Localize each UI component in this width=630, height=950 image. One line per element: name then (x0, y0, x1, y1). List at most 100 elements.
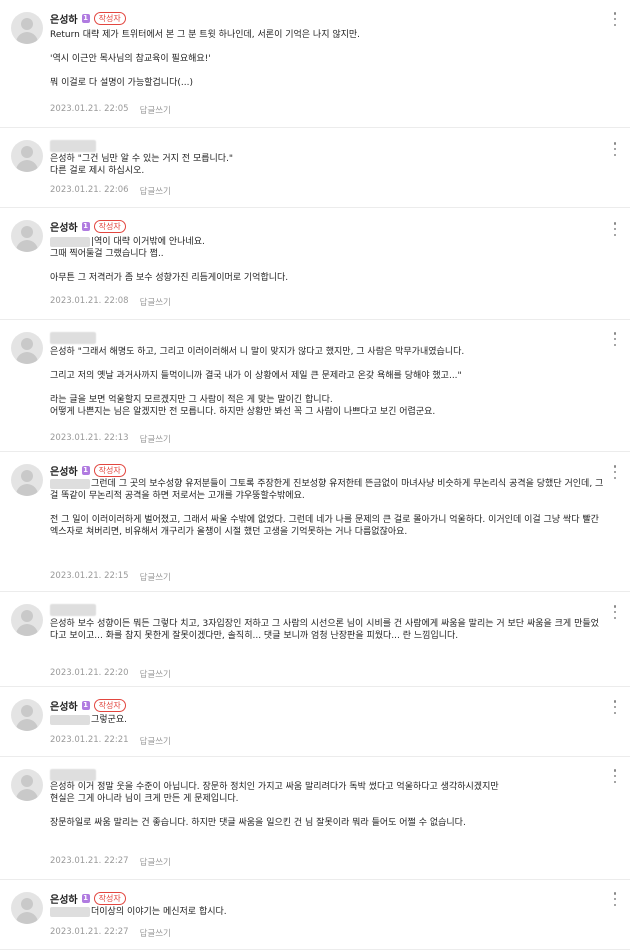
comment-header: 은성하 1 작성자 (50, 697, 126, 713)
comment-text: 그런데 그 곳의 보수성향 유저분들이 그토록 주장한게 진보성향 유저한테 뜬… (50, 479, 604, 501)
comment-date: 2023.01.21. 22:05 (50, 104, 129, 114)
comment-text-line: 그렇군요. (50, 714, 606, 726)
more-options-icon[interactable] (610, 605, 620, 619)
avatar[interactable] (11, 769, 43, 801)
avatar-body-icon (16, 912, 38, 924)
hidden-mention (50, 906, 90, 917)
more-options-icon[interactable] (610, 142, 620, 156)
comment-meta: 2023.01.21. 22:27 답글쓰기 (50, 927, 171, 939)
avatar-head-icon (21, 338, 33, 350)
member-level-badge: 1 (81, 700, 90, 710)
comment-text-line: 현실은 그게 아니라 님이 크게 만든 게 문제입니다. (50, 793, 606, 805)
writer-badge: 작성자 (93, 11, 126, 25)
more-options-icon[interactable] (610, 222, 620, 236)
author-name[interactable]: 은성하 (50, 698, 78, 713)
reply-button[interactable]: 답글쓰기 (140, 856, 171, 868)
hidden-author-name (50, 604, 96, 616)
more-options-icon[interactable] (610, 892, 620, 906)
comment-meta: 2023.01.21. 22:27 답글쓰기 (50, 856, 171, 868)
hidden-author-name (50, 769, 96, 781)
comment-item: 은성하 "그건 님만 알 수 있는 거지 전 모릅니다." 다른 걸로 제시 하십… (0, 128, 630, 208)
comment-date: 2023.01.21. 22:20 (50, 668, 129, 678)
author-name[interactable]: 은성하 (50, 891, 78, 906)
reply-button[interactable]: 답글쓰기 (140, 104, 171, 116)
more-options-icon[interactable] (610, 769, 620, 783)
comment-date: 2023.01.21. 22:13 (50, 433, 129, 443)
author-name[interactable]: 은성하 (50, 11, 78, 26)
avatar-head-icon (21, 898, 33, 910)
comment-date: 2023.01.21. 22:06 (50, 185, 129, 195)
author-name[interactable]: 은성하 (50, 463, 78, 478)
reply-button[interactable]: 답글쓰기 (140, 927, 171, 939)
comment-text-line: 은성하 "그래서 해명도 하고, 그리고 이러이러해서 니 말이 맞지가 않다고… (50, 346, 606, 358)
comment-text: 은성하 보수 성향이든 뭐든 그렇다 치고, 3자입장인 저하고 그 사람의 시… (50, 619, 599, 641)
author-name[interactable]: 은성하 (50, 219, 78, 234)
more-options-icon[interactable] (610, 332, 620, 346)
comment-body: 그런데 그 곳의 보수성향 유저분들이 그토록 주장한게 진보성향 유저한테 뜬… (50, 478, 606, 538)
comment-item: 은성하 "그래서 해명도 하고, 그리고 이러이러해서 니 말이 맞지가 않다고… (0, 320, 630, 452)
avatar-body-icon (16, 352, 38, 364)
comment-meta: 2023.01.21. 22:13 답글쓰기 (50, 433, 171, 445)
comment-text-line: 은성하 이거 정말 웃을 수준이 아닙니다. 장문하 정치인 가지고 싸움 말리… (50, 781, 606, 793)
comment-text-line: 은성하 보수 성향이든 뭐든 그렇다 치고, 3자입장인 저하고 그 사람의 시… (50, 618, 606, 642)
avatar[interactable] (11, 140, 43, 172)
comment-text-line: 아무튼 그 저격러가 좀 보수 성향가진 리듬게이머로 기억합니다. (50, 272, 606, 284)
comment-text-line: 다른 걸로 제시 하십시오. (50, 165, 606, 177)
avatar-head-icon (21, 775, 33, 787)
avatar-body-icon (16, 719, 38, 731)
more-options-icon[interactable] (610, 700, 620, 714)
comment-text: 은성하 "그건 님만 알 수 있는 거지 전 모릅니다." (50, 154, 234, 164)
comment-meta: 2023.01.21. 22:15 답글쓰기 (50, 571, 171, 583)
reply-button[interactable]: 답글쓰기 (140, 185, 171, 197)
avatar[interactable] (11, 699, 43, 731)
reply-button[interactable]: 답글쓰기 (140, 433, 171, 445)
avatar[interactable] (11, 220, 43, 252)
comment-header: 은성하 1 작성자 (50, 10, 126, 26)
comment-date: 2023.01.21. 22:08 (50, 296, 129, 306)
comment-body: Return 대략 제가 트위터에서 본 그 분 트윗 하나인데, 서론이 기억… (50, 29, 606, 89)
avatar[interactable] (11, 332, 43, 364)
comment-text-line: 장문하일로 싸움 말리는 건 좋습니다. 하지만 댓글 싸움을 일으킨 건 님 … (50, 817, 606, 829)
comment-meta: 2023.01.21. 22:05 답글쓰기 (50, 104, 171, 116)
comment-date: 2023.01.21. 22:21 (50, 735, 129, 745)
comment-list: 은성하 1 작성자 Return 대략 제가 트위터에서 본 그 분 트윗 하나인데,… (0, 0, 630, 950)
comment-text-line: 더이상의 이야기는 메신저로 합시다. (50, 906, 606, 918)
avatar[interactable] (11, 892, 43, 924)
comment-text: 그렇군요. (91, 715, 127, 725)
comment-item: 은성하 1 작성자그렇군요. 2023.01.21. 22:21 답글쓰기 (0, 687, 630, 757)
comment-text-line: 그때 찍어둘걸 그랬습니다 쩝.. (50, 248, 606, 260)
comment-text: 라는 글을 보면 억울할지 모르겠지만 그 사람이 적은 게 맞는 말이긴 합니… (50, 395, 333, 405)
comment-text-line: Return 대략 제가 트위터에서 본 그 분 트윗 하나인데, 서론이 기억… (50, 29, 606, 41)
comment-text-line: 전 그 일이 이러이러하게 벌어졌고, 그래서 싸울 수밖에 없었다. 그런데 … (50, 514, 606, 538)
avatar[interactable] (11, 12, 43, 44)
reply-button[interactable]: 답글쓰기 (140, 735, 171, 747)
hidden-author-name (50, 332, 96, 344)
hidden-author-name (50, 140, 96, 152)
comment-text: 뭐 이걸로 다 설명이 가능할겁니다(...) (50, 78, 193, 88)
reply-button[interactable]: 답글쓰기 (140, 668, 171, 680)
comment-header: 은성하 1 작성자 (50, 218, 126, 234)
comment-item: 은성하 1 작성자 Return 대략 제가 트위터에서 본 그 분 트윗 하나인데,… (0, 0, 630, 128)
comment-date: 2023.01.21. 22:27 (50, 856, 129, 866)
more-options-icon[interactable] (610, 465, 620, 479)
comment-body: |역이 대략 이거밖에 안나네요. 그때 찍어둘걸 그랬습니다 쩝.. 아무튼 그 … (50, 236, 606, 284)
comment-item: 은성하 이거 정말 웃을 수준이 아닙니다. 장문하 정치인 가지고 싸움 말리… (0, 757, 630, 880)
avatar-body-icon (16, 789, 38, 801)
reply-button[interactable]: 답글쓰기 (140, 571, 171, 583)
more-options-icon[interactable] (610, 12, 620, 26)
comment-text: 은성하 "그래서 해명도 하고, 그리고 이러이러해서 니 말이 맞지가 않다고… (50, 347, 465, 357)
comment-item: 은성하 보수 성향이든 뭐든 그렇다 치고, 3자입장인 저하고 그 사람의 시… (0, 592, 630, 687)
reply-button[interactable]: 답글쓰기 (140, 296, 171, 308)
avatar[interactable] (11, 604, 43, 636)
avatar-body-icon (16, 624, 38, 636)
comment-text: 그때 찍어둘걸 그랬습니다 쩝.. (50, 249, 164, 259)
member-level-badge: 1 (81, 465, 90, 475)
writer-badge: 작성자 (93, 698, 126, 712)
avatar[interactable] (11, 464, 43, 496)
comment-text: 전 그 일이 이러이러하게 벌어졌고, 그래서 싸울 수밖에 없었다. 그런데 … (50, 515, 599, 537)
comment-header: 은성하 1 작성자 (50, 890, 126, 906)
comment-header: 은성하 1 작성자 (50, 462, 126, 478)
